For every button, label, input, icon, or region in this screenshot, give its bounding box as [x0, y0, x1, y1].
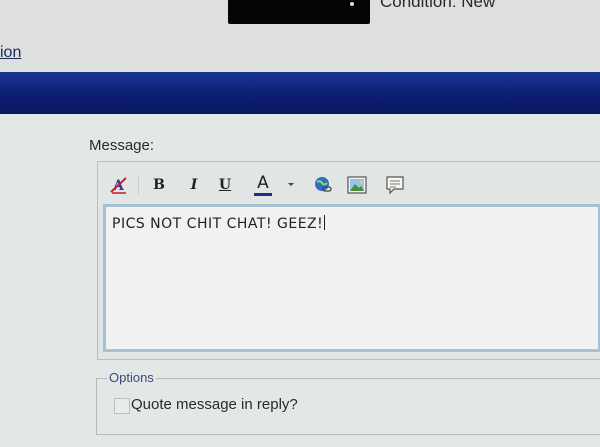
product-thumbnail[interactable] [228, 0, 370, 24]
font-format-icon: A [110, 177, 127, 194]
italic-button[interactable]: I [183, 174, 205, 196]
italic-icon: I [190, 177, 198, 193]
message-textarea[interactable]: PICS NOT CHIT CHAT! GEEZ! [103, 204, 600, 352]
editor-toolbar: A B I U A [104, 170, 600, 200]
condition-text: Condition: New [380, 0, 496, 11]
thumbnail-highlight [350, 2, 354, 6]
header-bar [0, 72, 600, 114]
bold-icon: B [153, 177, 165, 193]
top-link[interactable]: ion [0, 44, 21, 62]
options-legend: Options [107, 370, 156, 385]
font-format-button[interactable]: A [108, 174, 130, 196]
insert-link-icon [315, 177, 332, 192]
insert-image-icon [347, 176, 367, 194]
underline-icon: U [218, 177, 232, 193]
insert-image-button[interactable] [346, 174, 368, 196]
insert-quote-button[interactable] [384, 174, 406, 196]
text-caret [324, 215, 326, 230]
font-color-swatch [254, 192, 272, 196]
insert-quote-icon [386, 176, 404, 195]
chevron-down-icon [288, 183, 294, 186]
font-color-icon: A [257, 172, 269, 193]
underline-button[interactable]: U [214, 174, 236, 196]
quote-message-label[interactable]: Quote message in reply? [131, 396, 298, 413]
message-text: PICS NOT CHIT CHAT! GEEZ! [112, 216, 324, 232]
font-color-button[interactable]: A [252, 174, 274, 196]
insert-link-button[interactable] [312, 174, 334, 196]
toolbar-separator [138, 176, 139, 194]
message-label: Message: [89, 137, 155, 154]
font-color-dropdown[interactable] [286, 174, 296, 196]
quote-message-checkbox[interactable] [114, 398, 130, 414]
bold-button[interactable]: B [148, 174, 170, 196]
